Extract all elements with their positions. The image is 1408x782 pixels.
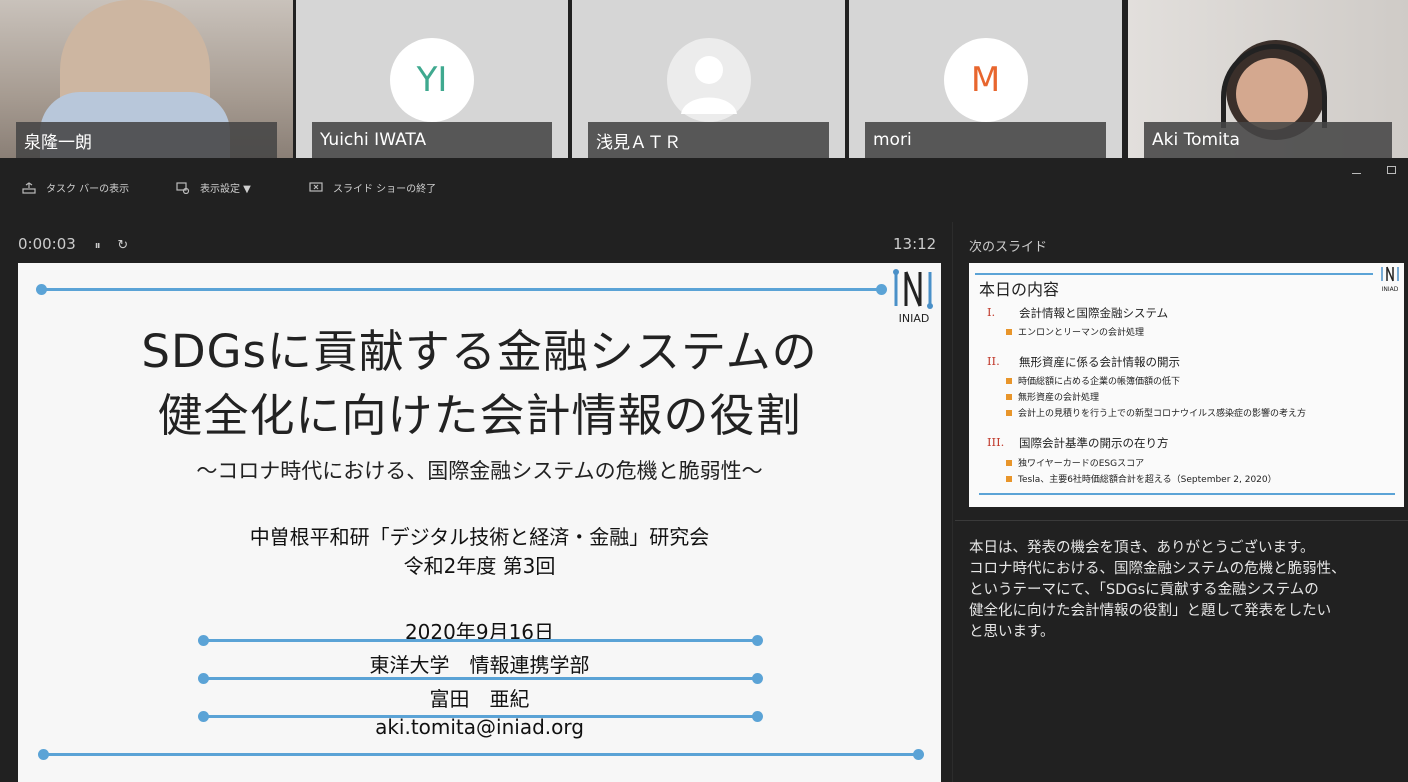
iniad-logo-text: INIAD xyxy=(898,312,930,325)
presenter-name: 富田 亜紀 xyxy=(429,687,530,711)
roman-numeral: I. xyxy=(987,305,996,319)
elapsed-time: 0:00:03 xyxy=(18,235,76,253)
org-line2: 令和2年度 第3回 xyxy=(403,554,556,578)
taskbar-icon xyxy=(22,181,36,194)
show-taskbar-label: タスク バーの表示 xyxy=(46,184,130,195)
restore-icon[interactable] xyxy=(1387,166,1396,174)
presenter-toolbar: タスク バーの表示 表示設定 ▼ スライド ショーの終了 xyxy=(0,158,1408,214)
initials-avatar: YI xyxy=(390,38,474,122)
notes-line: と思います。 xyxy=(969,624,1055,640)
bullet-text: 独ワイヤーカードのESGスコア xyxy=(1018,459,1145,469)
next-slide-preview[interactable]: INIAD 本日の内容 I. 会計情報と国際金融システム エンロンとリーマンの会… xyxy=(969,263,1404,507)
slide-bottom-line xyxy=(44,753,920,756)
presenter-email: aki.tomita@iniad.org xyxy=(375,715,584,739)
pane-divider[interactable] xyxy=(952,222,953,782)
participant-name: mori xyxy=(865,122,1106,158)
agenda-bullet: 会計上の見積りを行う上での新型コロナウイルス感染症の影響の考え方 xyxy=(1006,406,1306,419)
bullet-square-icon xyxy=(1006,459,1012,466)
preview-title: 本日の内容 xyxy=(979,280,1060,299)
end-slideshow-icon xyxy=(309,181,323,194)
org-line1: 中曽根平和研「デジタル技術と経済・金融」研究会 xyxy=(249,525,710,549)
bullet-text: 時価総額に占める企業の帳簿価額の低下 xyxy=(1018,377,1181,387)
slide-title-line2: 健全化に向けた会計情報の役割 xyxy=(157,389,802,442)
restart-icon[interactable]: ↻ xyxy=(117,238,128,253)
agenda-bullet: 時価総額に占める企業の帳簿価額の低下 xyxy=(1006,374,1180,387)
participant-name: 泉隆一朗 xyxy=(16,122,277,158)
divider-line-1 xyxy=(204,639,758,642)
current-time: 13:12 xyxy=(893,235,937,253)
display-settings-button[interactable]: 表示設定 ▼ xyxy=(176,180,251,195)
bullet-square-icon xyxy=(1006,475,1012,482)
agenda-section-1: I. 会計情報と国際金融システム xyxy=(987,305,1168,321)
slide-bottom-dot-right xyxy=(913,749,924,760)
speaker-notes[interactable]: 本日は、発表の機会を頂き、ありがとうございます。 コロナ時代における、国際金融シ… xyxy=(969,538,1399,643)
end-slideshow-label: スライド ショーの終了 xyxy=(333,184,437,195)
initials-text: YI xyxy=(416,60,448,100)
bullet-square-icon xyxy=(1006,393,1012,400)
minimize-icon[interactable] xyxy=(1352,173,1361,174)
slide-top-dot-right xyxy=(876,284,887,295)
bullet-square-icon xyxy=(1006,409,1012,416)
bullet-text: 無形資産の会計処理 xyxy=(1018,393,1100,403)
preview-iniad-logo: INIAD xyxy=(1379,266,1401,293)
participant-tile-asami[interactable]: 浅見ＡＴＲ xyxy=(572,0,845,158)
participant-tile-yuichi[interactable]: YI Yuichi IWATA xyxy=(296,0,568,158)
divider-line-2 xyxy=(204,677,758,680)
notes-line: 本日は、発表の機会を頂き、ありがとうございます。 xyxy=(969,540,1315,556)
next-slide-label: 次のスライド xyxy=(969,240,1048,255)
end-slideshow-button[interactable]: スライド ショーの終了 xyxy=(309,180,436,195)
slide-title-line1: SDGsに貢献する金融システムの xyxy=(141,325,818,378)
preview-logo-text: INIAD xyxy=(1381,286,1399,293)
roman-numeral: II. xyxy=(987,354,1000,368)
default-avatar-icon xyxy=(666,38,751,122)
section-title: 無形資産に係る会計情報の開示 xyxy=(1019,355,1180,369)
bullet-square-icon xyxy=(1006,377,1012,384)
display-settings-label: 表示設定 ▼ xyxy=(200,184,251,195)
preview-bottom-line xyxy=(979,493,1395,495)
notes-line: コロナ時代における、国際金融システムの危機と脆弱性、 xyxy=(969,561,1346,577)
section-title: 国際会計基準の開示の在り方 xyxy=(1019,436,1169,450)
initials-text: M xyxy=(970,60,1001,100)
divider-dot xyxy=(752,635,763,646)
participant-tile-aki[interactable]: Aki Tomita xyxy=(1128,0,1408,158)
affiliation: 東洋大学 情報連携学部 xyxy=(369,653,590,677)
agenda-section-3: III. 国際会計基準の開示の在り方 xyxy=(987,435,1169,451)
notes-divider xyxy=(955,520,1408,521)
bullet-square-icon xyxy=(1006,328,1012,335)
show-taskbar-button[interactable]: タスク バーの表示 xyxy=(22,180,129,195)
bullet-text: エンロンとリーマンの会計処理 xyxy=(1018,328,1145,338)
participant-name: Aki Tomita xyxy=(1144,122,1392,158)
participant-name: 浅見ＡＴＲ xyxy=(588,122,829,158)
participant-tile-izumi[interactable]: 泉隆一朗 xyxy=(0,0,293,158)
bullet-text: 会計上の見積りを行う上での新型コロナウイルス感染症の影響の考え方 xyxy=(1018,409,1307,419)
preview-top-line xyxy=(975,273,1373,275)
pause-icon[interactable]: ⏸ xyxy=(95,238,101,252)
notes-line: というテーマにて、「SDGsに貢献する金融システムの xyxy=(969,582,1319,598)
section-title: 会計情報と国際金融システム xyxy=(1019,306,1169,320)
slide-top-dot-left xyxy=(36,284,47,295)
agenda-section-2: II. 無形資産に係る会計情報の開示 xyxy=(987,354,1180,370)
slide-bottom-dot-left xyxy=(38,749,49,760)
participant-name: Yuichi IWATA xyxy=(312,122,552,158)
slide-subtitle: ～コロナ時代における、国際金融システムの危機と脆弱性～ xyxy=(196,459,763,483)
current-slide[interactable]: INIAD SDGsに貢献する金融システムの 健全化に向けた会計情報の役割 ～コ… xyxy=(18,263,941,782)
divider-dot xyxy=(198,635,209,646)
agenda-bullet: 独ワイヤーカードのESGスコア xyxy=(1006,456,1144,469)
iniad-logo: INIAD xyxy=(890,268,940,328)
slide-top-line xyxy=(42,288,885,291)
notes-line: 健全化に向けた会計情報の役割」と題して発表をしたい xyxy=(969,603,1332,619)
participant-tile-mori[interactable]: M mori xyxy=(849,0,1122,158)
bullet-text: Tesla、主要6社時価総額合計を超える（September 2, 2020） xyxy=(1018,475,1277,485)
display-settings-icon xyxy=(176,181,190,194)
agenda-bullet: Tesla、主要6社時価総額合計を超える（September 2, 2020） xyxy=(1006,472,1277,485)
roman-numeral: III. xyxy=(987,435,1005,449)
agenda-bullet: 無形資産の会計処理 xyxy=(1006,390,1099,403)
initials-avatar: M xyxy=(943,38,1028,122)
elapsed-timer: 0:00:03 ⏸ ↻ xyxy=(18,235,128,253)
agenda-bullet: エンロンとリーマンの会計処理 xyxy=(1006,325,1144,338)
